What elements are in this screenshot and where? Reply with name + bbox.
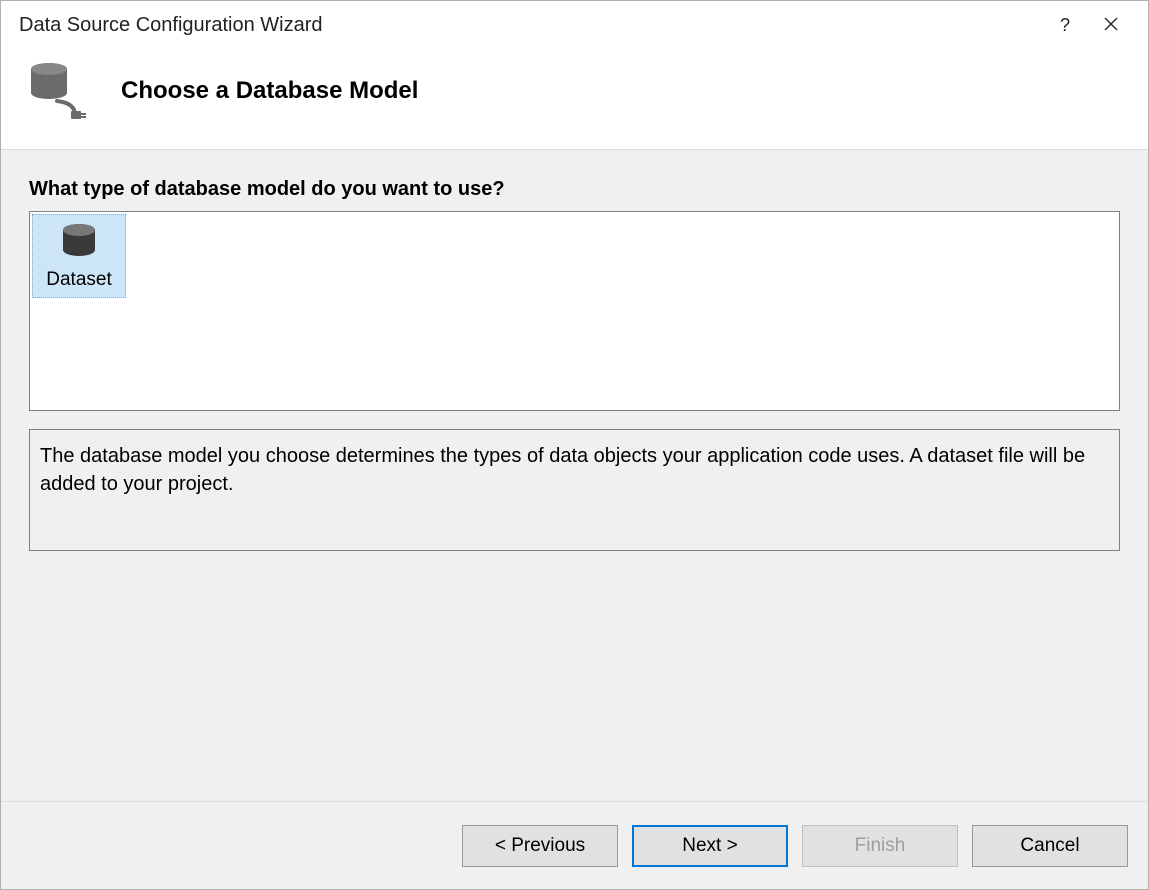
wizard-footer: < Previous Next > Finish Cancel bbox=[1, 801, 1148, 889]
model-option-dataset[interactable]: Dataset bbox=[32, 214, 126, 298]
next-button[interactable]: Next > bbox=[632, 825, 788, 867]
database-icon bbox=[58, 221, 100, 263]
window-title: Data Source Configuration Wizard bbox=[19, 14, 322, 37]
title-bar: Data Source Configuration Wizard ? bbox=[1, 1, 1148, 49]
finish-button: Finish bbox=[802, 825, 958, 867]
database-connection-icon bbox=[27, 59, 91, 123]
model-type-list[interactable]: Dataset bbox=[29, 211, 1120, 411]
model-option-label: Dataset bbox=[46, 269, 111, 291]
close-button[interactable] bbox=[1088, 9, 1134, 41]
cancel-button[interactable]: Cancel bbox=[972, 825, 1128, 867]
previous-button[interactable]: < Previous bbox=[462, 825, 618, 867]
wizard-window: Data Source Configuration Wizard ? Choos… bbox=[0, 0, 1149, 890]
help-icon: ? bbox=[1060, 15, 1070, 36]
prompt-label: What type of database model do you want … bbox=[29, 178, 1120, 201]
model-description: The database model you choose determines… bbox=[29, 429, 1120, 551]
help-button[interactable]: ? bbox=[1042, 9, 1088, 41]
wizard-header: Choose a Database Model bbox=[1, 49, 1148, 149]
wizard-heading: Choose a Database Model bbox=[121, 77, 418, 105]
wizard-body: What type of database model do you want … bbox=[1, 149, 1148, 801]
close-icon bbox=[1104, 15, 1118, 36]
